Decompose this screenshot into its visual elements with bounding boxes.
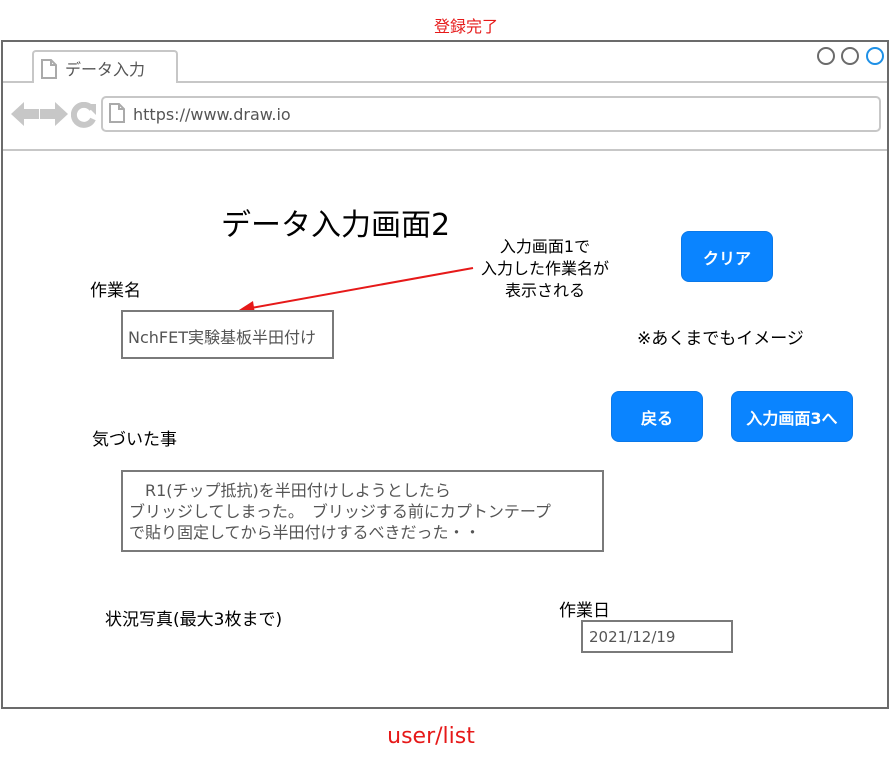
back-arrow-icon[interactable]	[11, 102, 39, 130]
url-text: https://www.draw.io	[133, 105, 291, 124]
completion-label: 登録完了	[433, 17, 498, 36]
notes-line: で貼り固定してから半田付けするべきだった・・	[129, 523, 481, 542]
reload-icon[interactable]	[70, 101, 97, 132]
address-bar[interactable]: https://www.draw.io	[101, 96, 881, 132]
notes-line: ブリッジしてしまった。 ブリッジする前にカプトンテープ	[129, 502, 551, 521]
window-circle-icon[interactable]	[841, 47, 859, 65]
clear-button[interactable]: クリア	[681, 231, 773, 282]
browser-tab[interactable]: データ入力	[32, 50, 178, 83]
annotation-line: 表示される	[504, 281, 585, 300]
page-icon	[109, 103, 125, 127]
browser-window: データ入力 https://www.draw.io データ入力画面2 入力画面1…	[1, 40, 889, 709]
next-screen-button[interactable]: 入力画面3へ	[731, 391, 853, 442]
page-title: データ入力画面2	[221, 208, 451, 243]
work-date-label: 作業日	[559, 601, 610, 621]
annotation-line: 入力画面1で	[499, 237, 591, 256]
tab-title: データ入力	[65, 60, 146, 79]
image-only-note: ※あくまでもイメージ	[637, 329, 804, 349]
photos-label: 状況写真(最大3枚まで)	[105, 610, 283, 630]
annotation-line: 入力した作業名が	[480, 259, 609, 278]
work-name-label: 作業名	[90, 281, 141, 301]
forward-arrow-icon[interactable]	[40, 102, 68, 130]
notes-line: R1(チップ抵抗)を半田付けしようとしたら	[129, 481, 451, 500]
page-icon	[41, 59, 57, 83]
notes-field[interactable]: R1(チップ抵抗)を半田付けしようとしたら ブリッジしてしまった。 ブリッジする…	[121, 470, 604, 552]
annotation-note: 入力画面1で 入力した作業名が 表示される	[471, 236, 619, 302]
route-label: user/list	[387, 724, 475, 749]
work-name-field[interactable]: NchFET実験基板半田付け	[121, 310, 334, 359]
window-circle-icon[interactable]	[866, 47, 884, 65]
notes-label: 気づいた事	[92, 430, 177, 450]
toolbar-divider	[3, 149, 887, 151]
work-date-field[interactable]: 2021/12/19	[581, 620, 733, 653]
back-button[interactable]: 戻る	[611, 391, 703, 442]
window-circle-icon[interactable]	[817, 47, 835, 65]
